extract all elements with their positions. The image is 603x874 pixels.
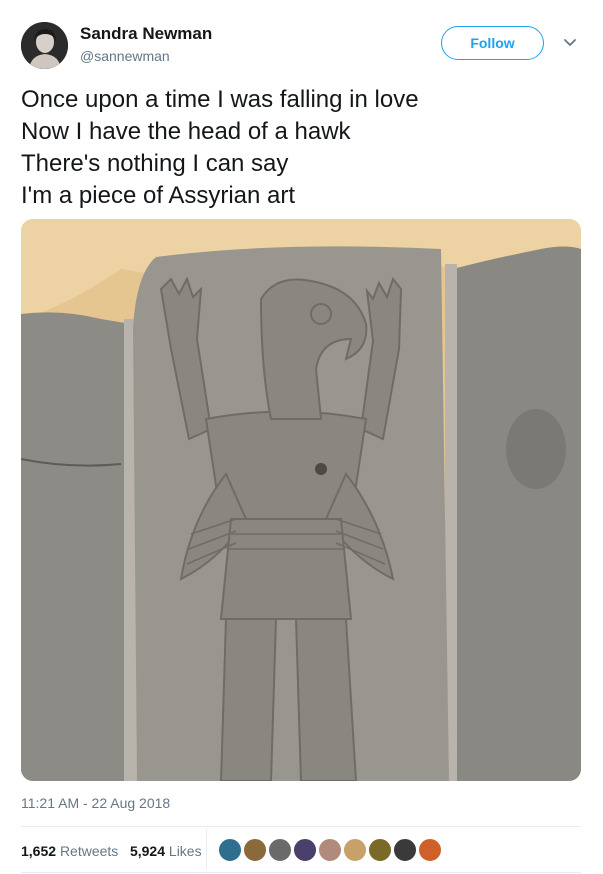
liker-avatar[interactable] <box>243 838 267 862</box>
liker-avatar[interactable] <box>418 838 442 862</box>
likes-count: 5,924 <box>129 843 166 859</box>
retweets-count: 1,652 <box>21 843 57 859</box>
tweet-stats: 1,652 Retweets 5,924 Likes <box>21 843 202 859</box>
author-handle[interactable]: @sannewman <box>80 48 170 64</box>
liker-avatar[interactable] <box>318 838 342 862</box>
stats-separator <box>206 829 207 869</box>
tweet-image[interactable] <box>21 219 581 781</box>
liker-avatar[interactable] <box>268 838 292 862</box>
chevron-down-icon[interactable] <box>562 36 578 50</box>
tweet-line: Once upon a time I was falling in love <box>21 86 419 113</box>
author-display-name[interactable]: Sandra Newman <box>80 24 212 44</box>
liker-avatar[interactable] <box>343 838 367 862</box>
avatar[interactable] <box>21 22 68 69</box>
tweet-text: Once upon a time I was falling in love N… <box>21 84 581 212</box>
tweet-line: Now I have the head of a hawk <box>21 118 351 145</box>
likes-label: Likes <box>168 843 202 859</box>
likes-stat[interactable]: 5,924 Likes <box>130 843 202 859</box>
liker-avatar[interactable] <box>393 838 417 862</box>
retweets-label: Retweets <box>59 843 119 859</box>
liker-avatar[interactable] <box>368 838 392 862</box>
liker-avatar[interactable] <box>218 838 242 862</box>
retweets-stat[interactable]: 1,652 Retweets <box>21 843 118 859</box>
tweet-line: There's nothing I can say <box>21 150 289 177</box>
divider <box>21 826 581 827</box>
tweet-line: I'm a piece of Assyrian art <box>21 182 296 209</box>
tweet-timestamp[interactable]: 11:21 AM - 22 Aug 2018 <box>21 795 170 811</box>
follow-button[interactable]: Follow <box>441 26 544 60</box>
liker-avatar[interactable] <box>293 838 317 862</box>
divider <box>21 872 581 873</box>
